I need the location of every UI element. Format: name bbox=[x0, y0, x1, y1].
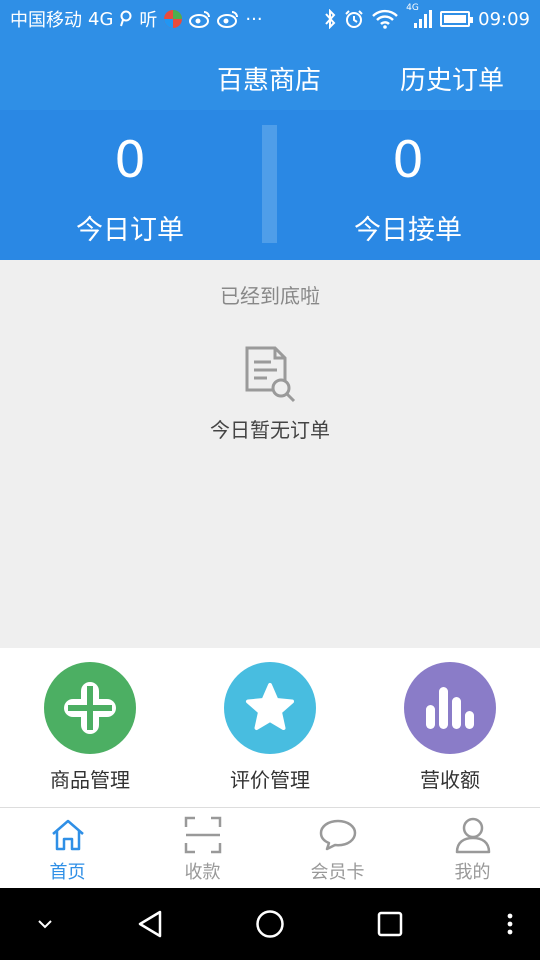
no-orders-message: 今日暂无订单 bbox=[210, 418, 330, 442]
recents-button[interactable] bbox=[370, 904, 410, 944]
plus-cross-icon bbox=[44, 662, 136, 754]
alarm-icon bbox=[344, 9, 364, 29]
carrier-name: 中国移动 bbox=[10, 10, 82, 31]
review-management-label: 评价管理 bbox=[230, 768, 310, 792]
tab-payment-label: 收款 bbox=[184, 862, 221, 883]
quick-actions: 商品管理 评价管理 营收额 bbox=[0, 648, 540, 808]
star-icon bbox=[224, 662, 316, 754]
today-orders-stat[interactable]: 0 今日订单 bbox=[0, 110, 260, 260]
listen-app-icon: 听 bbox=[139, 10, 158, 31]
tab-membership-card[interactable]: 会员卡 bbox=[270, 814, 405, 888]
chevron-down-icon bbox=[38, 920, 52, 929]
back-button[interactable] bbox=[130, 904, 170, 944]
header-bar: 百惠商店 历史订单 bbox=[0, 38, 540, 110]
home-icon bbox=[0, 814, 135, 856]
today-orders-count: 0 bbox=[114, 131, 146, 189]
revenue-button[interactable]: 营收额 bbox=[360, 662, 540, 802]
tab-profile[interactable]: 我的 bbox=[405, 814, 540, 888]
user-icon bbox=[405, 814, 540, 856]
tab-home-label: 首页 bbox=[49, 862, 86, 883]
back-triangle-icon bbox=[138, 910, 162, 938]
status-bar: 中国移动 4G 听 ··· 4G 09:09 bbox=[0, 0, 540, 38]
hide-keyboard-button[interactable] bbox=[30, 904, 60, 944]
home-circle-icon bbox=[256, 910, 284, 938]
product-management-button[interactable]: 商品管理 bbox=[0, 662, 180, 802]
battery-icon bbox=[440, 11, 474, 27]
today-stats-panel: 0 今日订单 0 今日接单 bbox=[0, 110, 540, 260]
revenue-label: 营收额 bbox=[420, 768, 480, 792]
recents-square-icon bbox=[377, 911, 403, 937]
history-orders-link[interactable]: 历史订单 bbox=[400, 60, 504, 97]
wifi-icon bbox=[372, 9, 398, 29]
location-icon bbox=[119, 9, 133, 29]
more-notifications-icon: ··· bbox=[245, 8, 263, 30]
order-list-area[interactable]: 已经到底啦 今日暂无订单 bbox=[0, 260, 540, 648]
stats-divider bbox=[262, 125, 277, 243]
system-nav-bar bbox=[0, 888, 540, 960]
today-orders-label: 今日订单 bbox=[76, 215, 184, 246]
overflow-menu-button[interactable] bbox=[498, 904, 522, 944]
end-of-list-hint: 已经到底啦 bbox=[220, 284, 320, 308]
document-search-icon bbox=[241, 344, 299, 404]
chat-bubble-icon bbox=[270, 814, 405, 856]
bar-chart-icon bbox=[404, 662, 496, 754]
signal-network-label: 4G bbox=[406, 3, 419, 13]
more-vertical-icon bbox=[507, 913, 513, 935]
scan-icon bbox=[135, 814, 270, 856]
bluetooth-icon bbox=[324, 9, 336, 29]
bottom-tab-bar: 首页 收款 会员卡 我的 bbox=[0, 808, 540, 888]
clock-time: 09:09 bbox=[478, 8, 530, 30]
home-button[interactable] bbox=[250, 904, 290, 944]
tab-profile-label: 我的 bbox=[454, 862, 491, 883]
store-name-tab[interactable]: 百惠商店 bbox=[217, 60, 321, 97]
weibo-icon-2 bbox=[217, 9, 239, 29]
tab-payment[interactable]: 收款 bbox=[135, 814, 270, 888]
tab-membership-label: 会员卡 bbox=[310, 862, 365, 883]
network-type: 4G bbox=[88, 8, 114, 30]
today-accepted-count: 0 bbox=[392, 131, 424, 189]
product-management-label: 商品管理 bbox=[50, 768, 130, 792]
colorful-app-icon bbox=[163, 9, 183, 29]
cell-signal-icon: 4G bbox=[406, 3, 433, 29]
tab-home[interactable]: 首页 bbox=[0, 814, 135, 888]
today-accepted-stat[interactable]: 0 今日接单 bbox=[278, 110, 538, 260]
today-accepted-label: 今日接单 bbox=[354, 215, 462, 246]
review-management-button[interactable]: 评价管理 bbox=[180, 662, 360, 802]
weibo-icon bbox=[189, 9, 211, 29]
